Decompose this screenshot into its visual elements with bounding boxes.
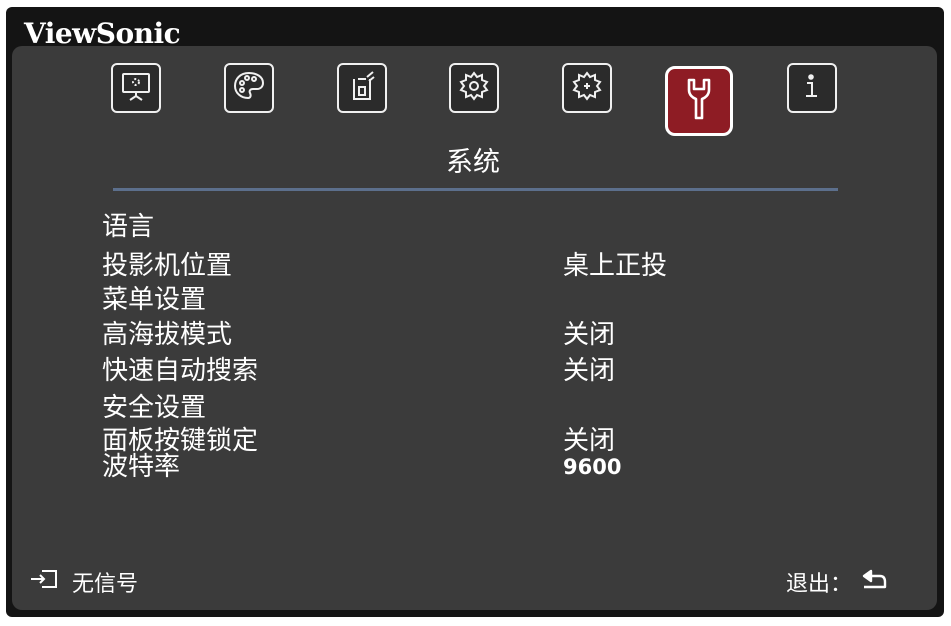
section-title: 系统 — [446, 147, 500, 178]
menu-item-high-altitude-mode[interactable]: 高海拔模式 — [102, 320, 232, 350]
exit-label: 退出： — [786, 572, 853, 597]
baud-rate-value: 9600 — [563, 455, 622, 479]
tab-system[interactable] — [665, 66, 733, 136]
menu-item-projector-position[interactable]: 投影机位置 — [102, 251, 232, 281]
tab-power[interactable] — [337, 63, 387, 113]
menu-item-language[interactable]: 语言 — [102, 212, 154, 242]
menu-divider — [113, 188, 838, 191]
power-management-icon — [345, 69, 379, 107]
tab-advanced-settings[interactable] — [562, 63, 612, 113]
source-status-text: 无信号 — [72, 572, 139, 597]
source-status: 无信号 — [30, 566, 138, 598]
tab-information[interactable] — [787, 63, 837, 113]
advanced-settings-gear-icon — [570, 69, 604, 107]
basic-settings-gear-icon — [457, 69, 491, 107]
back-arrow-icon — [860, 568, 888, 596]
info-icon — [795, 69, 829, 107]
wrench-icon — [679, 76, 719, 126]
color-palette-icon — [232, 69, 266, 107]
menu-item-security-settings[interactable]: 安全设置 — [102, 393, 206, 423]
tab-basic-settings[interactable] — [449, 63, 499, 113]
menu-item-baud-rate[interactable]: 波特率 — [102, 452, 180, 482]
picture-icon — [119, 69, 153, 107]
projector-position-value: 桌上正投 — [563, 251, 668, 281]
tab-color[interactable] — [224, 63, 274, 113]
high-altitude-mode-value: 关闭 — [563, 320, 616, 350]
quick-auto-search-value: 关闭 — [563, 356, 616, 386]
tab-picture[interactable] — [111, 63, 161, 113]
menu-item-quick-auto-search[interactable]: 快速自动搜索 — [102, 356, 258, 386]
exit-hint[interactable]: 退出： — [786, 566, 888, 598]
input-source-icon — [30, 568, 58, 596]
menu-item-menu-settings[interactable]: 菜单设置 — [102, 285, 206, 315]
